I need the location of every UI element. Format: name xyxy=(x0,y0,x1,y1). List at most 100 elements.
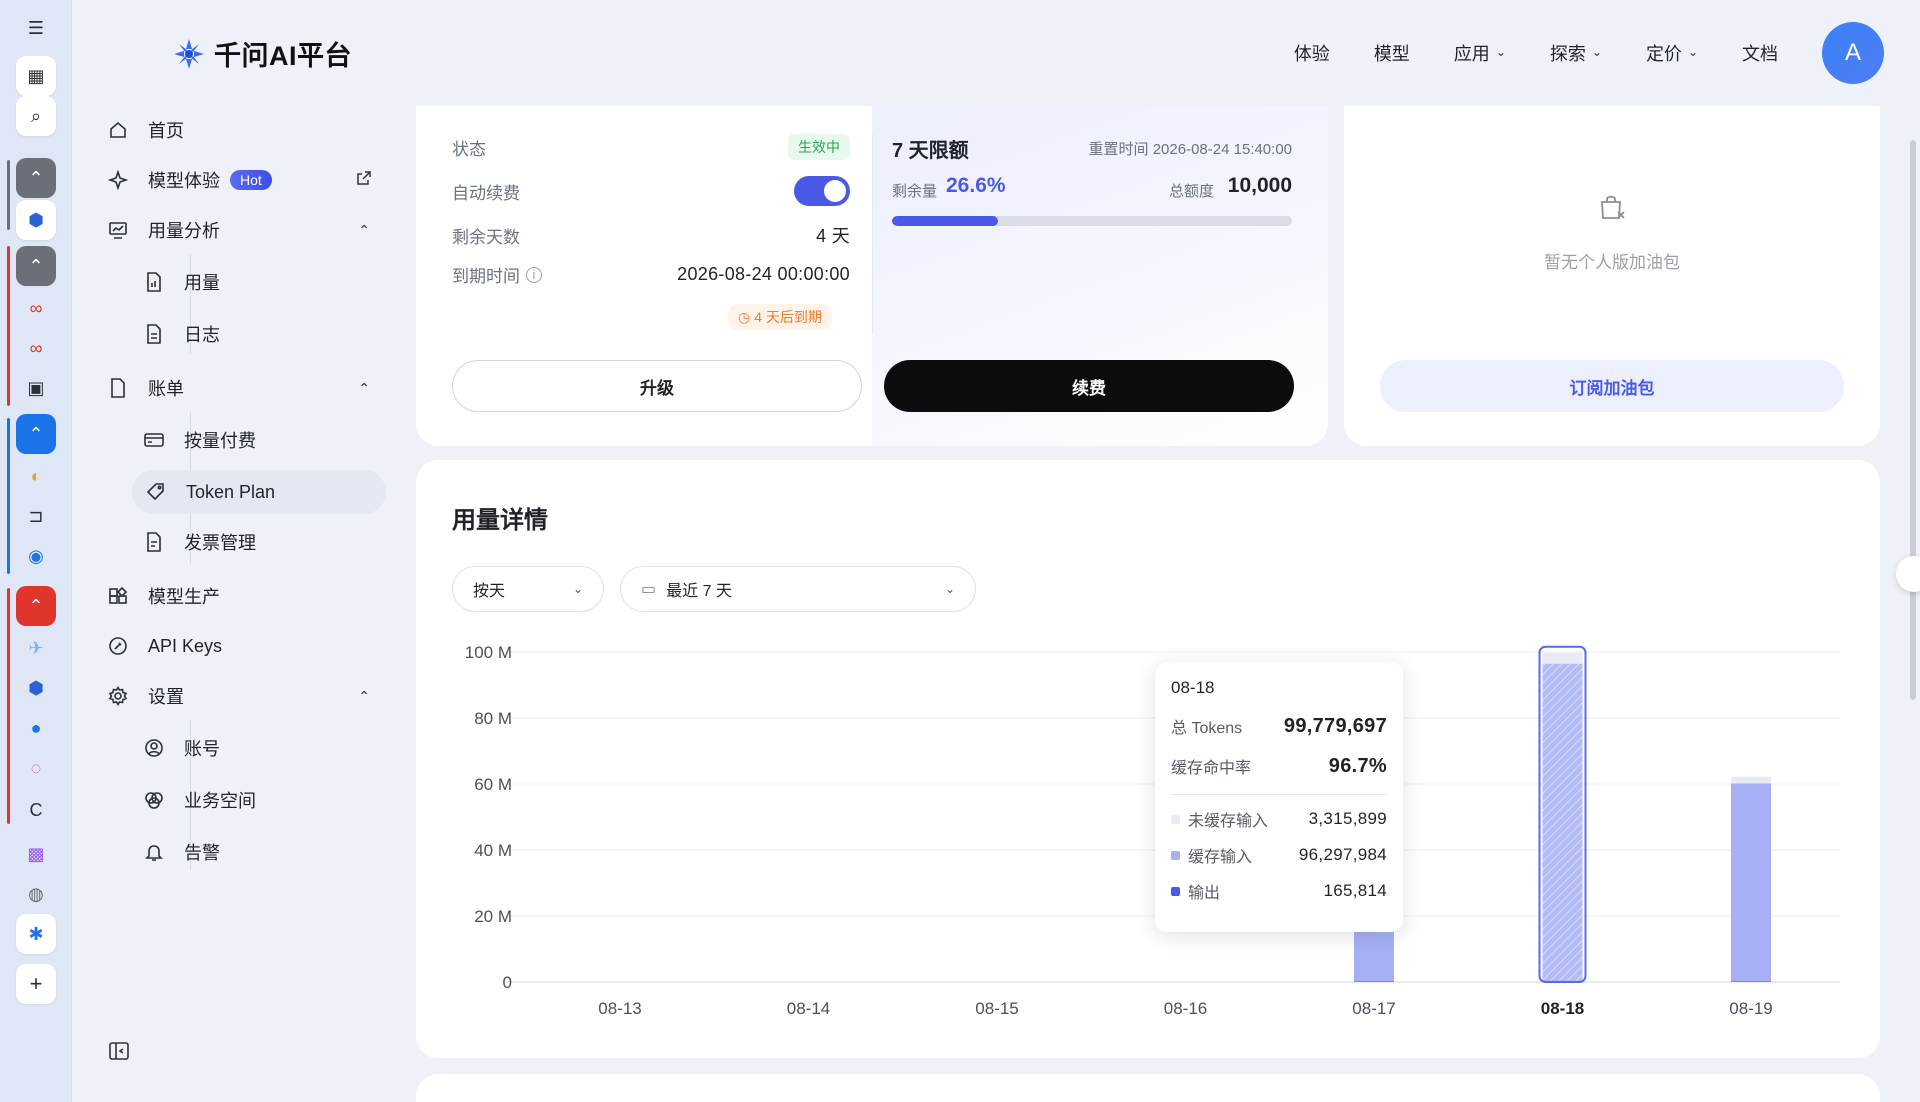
app-icon[interactable]: ✱ xyxy=(16,914,56,954)
expire-label-wrap: 到期时间 i xyxy=(452,262,542,287)
bar-segment[interactable] xyxy=(1354,981,1394,982)
x-tick-label: 08-13 xyxy=(598,999,641,1018)
sidebar-item-account[interactable]: 账号 xyxy=(142,726,376,770)
chevron-up-icon[interactable]: ⌃ xyxy=(16,158,56,198)
brand-name: 千问AI平台 xyxy=(214,41,352,71)
app-icon[interactable]: ⊐ xyxy=(16,496,56,536)
app-icon[interactable]: ◐ xyxy=(16,456,56,496)
bar-segment[interactable] xyxy=(1542,663,1583,982)
sidebar-label: 设置 xyxy=(148,687,184,707)
shield-icon[interactable]: ⬢ xyxy=(16,668,56,708)
sidebar-item-token-plan[interactable]: Token Plan xyxy=(132,470,386,514)
bar-segment[interactable] xyxy=(1731,981,1771,982)
sidebar-item-usage-analysis[interactable]: 用量分析 ⌃ xyxy=(106,208,376,252)
app-icon[interactable]: C xyxy=(16,790,56,830)
quota-total-value: 10,000 xyxy=(1227,174,1292,197)
calendar-icon[interactable]: ▩ xyxy=(16,834,56,874)
app-icon[interactable]: ▣ xyxy=(16,368,56,408)
shield-icon[interactable]: ⬢ xyxy=(16,200,56,240)
sidebar-label: 模型生产 xyxy=(148,587,220,607)
sidebar-item-logs[interactable]: 日志 xyxy=(142,312,376,356)
nav-experience[interactable]: 体验 xyxy=(1294,40,1330,66)
brand-logo[interactable]: 千问AI平台 xyxy=(172,34,352,73)
auto-renew-toggle[interactable] xyxy=(794,176,850,206)
nav-label: 定价 xyxy=(1645,44,1682,64)
link-icon[interactable]: ∞ xyxy=(16,288,56,328)
external-link-icon xyxy=(356,170,372,191)
chevron-up-icon[interactable]: ⌃ xyxy=(16,246,56,286)
group-indicator xyxy=(7,588,10,824)
grid-icon[interactable]: ▦ xyxy=(16,56,56,96)
sidebar-item-alerts[interactable]: 告警 xyxy=(142,830,376,874)
subscribe-addon-button[interactable]: 订阅加油包 xyxy=(1380,360,1844,412)
group-indicator xyxy=(7,418,10,574)
sidebar-collapse-icon[interactable] xyxy=(108,1040,130,1062)
link-icon[interactable]: ∞ xyxy=(16,328,56,368)
x-tick-label: 08-19 xyxy=(1729,999,1772,1018)
floating-assistant-button[interactable] xyxy=(1896,556,1920,592)
tooltip-hit-label: 缓存命中率 xyxy=(1171,760,1252,777)
days-left-row: 剩余天数 4 天 xyxy=(452,222,850,248)
menu-icon[interactable]: ☰ xyxy=(16,8,56,48)
sidebar-item-pay-as-you-go[interactable]: 按量付费 xyxy=(142,418,376,462)
nav-apps[interactable]: 应用 ⌄ xyxy=(1454,40,1506,66)
bar-segment[interactable] xyxy=(1731,776,1771,784)
tooltip-hit-value: 96.7% xyxy=(1328,754,1387,777)
chevron-up-icon[interactable]: ⌃ xyxy=(16,586,56,626)
sidebar-item-settings[interactable]: 设置 ⌃ xyxy=(106,674,376,718)
sidebar: 首页 模型体验 Hot 用量分析 ⌃ 用量 日志 账单 ⌃ 按量付费 Token… xyxy=(72,106,402,1102)
usage-detail-panel: 用量详情 按天 ⌄ ▭ 最近 7 天 ⌄ 0 20 M 40 M 60 M 80 M 100… xyxy=(416,460,1880,1058)
nav-models[interactable]: 模型 xyxy=(1374,40,1410,66)
hot-badge: Hot xyxy=(230,170,272,190)
nav-label: 应用 xyxy=(1453,44,1490,64)
auto-renew-label: 自动续费 xyxy=(452,183,520,203)
sidebar-item-model-experience[interactable]: 模型体验 Hot xyxy=(106,158,376,202)
tooltip-row-label: 输出 xyxy=(1188,885,1221,902)
avatar[interactable]: A xyxy=(1822,22,1884,84)
tooltip-row-cached: 缓存输入 96,297,984 xyxy=(1171,843,1387,867)
sidebar-item-workspace[interactable]: 业务空间 xyxy=(142,778,376,822)
sidebar-item-invoice[interactable]: 发票管理 xyxy=(142,520,376,564)
search-icon[interactable]: ⌕ xyxy=(16,96,56,136)
nav-label: 模型 xyxy=(1373,44,1410,64)
plus-icon[interactable]: + xyxy=(16,964,56,1004)
sidebar-item-billing[interactable]: 账单 ⌃ xyxy=(106,366,376,410)
sidebar-label: 日志 xyxy=(184,325,220,345)
sidebar-label: 模型体验 xyxy=(148,171,220,191)
bar-segment[interactable] xyxy=(1542,652,1583,664)
app-icon[interactable]: ✈ xyxy=(16,628,56,668)
tooltip-row-value: 165,814 xyxy=(1323,881,1387,900)
sidebar-item-api-keys[interactable]: API Keys xyxy=(106,624,376,668)
globe-icon[interactable]: ◍ xyxy=(16,874,56,914)
nav-pricing[interactable]: 定价 ⌄ xyxy=(1646,40,1698,66)
addon-empty-text: 暂无个人版加油包 xyxy=(1544,253,1680,272)
user-icon xyxy=(142,736,166,760)
sidebar-item-usage[interactable]: 用量 xyxy=(142,260,376,304)
chevron-up-icon[interactable]: ⌃ xyxy=(16,414,56,454)
y-tick-label: 60 M xyxy=(474,775,512,794)
quota-reset-time: 重置时间 2026-08-24 15:40:00 xyxy=(1088,141,1292,158)
sidebar-item-model-production[interactable]: 模型生产 xyxy=(106,574,376,618)
quota-progress-bar xyxy=(892,216,1292,226)
upgrade-button[interactable]: 升级 xyxy=(452,360,862,412)
search-icon[interactable]: ◉ xyxy=(16,536,56,576)
nav-label: 文档 xyxy=(1742,44,1778,64)
page-scrollbar[interactable] xyxy=(1910,140,1916,700)
tooltip-divider xyxy=(1171,794,1387,795)
bar-segment[interactable] xyxy=(1731,783,1771,982)
renew-button[interactable]: 续费 xyxy=(884,360,1294,412)
legend-swatch xyxy=(1171,850,1180,860)
chevron-up-icon: ⌃ xyxy=(358,379,370,396)
info-icon[interactable]: i xyxy=(526,266,542,283)
empty-bag-icon xyxy=(1601,195,1625,219)
sidebar-item-home[interactable]: 首页 xyxy=(106,108,376,152)
quota-title: 7 天限额 xyxy=(892,140,969,162)
app-icon[interactable]: ◌ xyxy=(16,748,56,788)
clock-icon: ◷ xyxy=(738,308,751,325)
sidebar-label: 账号 xyxy=(184,739,220,759)
nav-explore[interactable]: 探索 ⌄ xyxy=(1550,40,1602,66)
divider xyxy=(872,134,873,334)
nav-docs[interactable]: 文档 xyxy=(1742,40,1778,66)
card-icon xyxy=(142,428,166,452)
location-icon[interactable]: ● xyxy=(16,708,56,748)
